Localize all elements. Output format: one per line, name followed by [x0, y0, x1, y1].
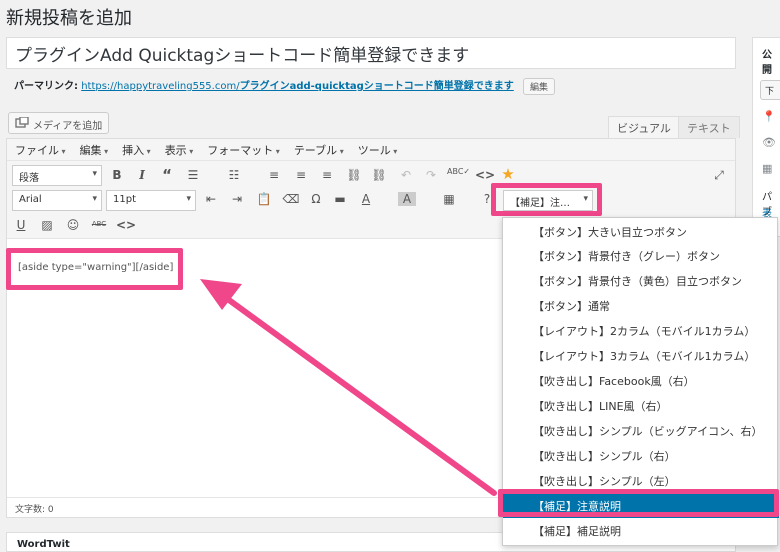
annotation-arrow	[200, 279, 497, 496]
